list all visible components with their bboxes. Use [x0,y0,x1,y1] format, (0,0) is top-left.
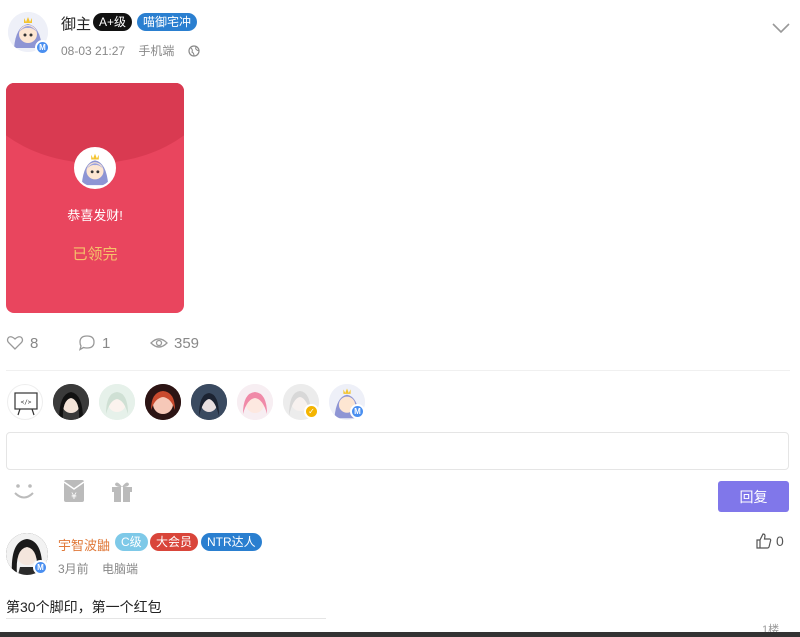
comment-count: 1 [102,334,111,352]
comment-meta: 3月前 电脑端 [58,560,148,577]
anime-avatar-icon [76,149,114,187]
heart-icon [6,336,24,350]
bottom-bar [0,632,800,637]
comment-client: 电脑端 [102,562,139,576]
liker-avatar[interactable] [99,384,135,420]
vip-badge: M [350,404,365,419]
liker-avatar[interactable] [191,384,227,420]
chevron-down-icon[interactable] [772,22,790,34]
svg-text:</>: </> [21,399,32,406]
reply-button[interactable]: 回复 [718,481,789,512]
divider [6,618,326,619]
globe-icon [188,45,200,57]
comment-like-count: 0 [776,533,784,549]
anime-avatar-icon [191,384,227,420]
anime-avatar-icon [99,384,135,420]
post-date: 08-03 21:27 [61,44,126,58]
comment-button[interactable]: 1 [78,334,110,352]
anime-avatar-icon [53,384,89,420]
red-packet-icon[interactable]: ¥ [61,478,87,504]
comment-level-tag: C级 [115,533,148,551]
svg-text:¥: ¥ [71,492,77,502]
author-name[interactable]: 御主 [61,13,91,34]
post-page: M 御主 A+级 喵御宅冲 08-03 21:27 手机端 恭喜发财! 已领完 … [0,0,800,637]
thumbs-up-icon [756,533,772,549]
post-client: 手机端 [138,44,175,58]
view-count: 359 [174,334,200,352]
red-envelope[interactable]: 恭喜发财! 已领完 [6,83,184,313]
reply-box [6,432,789,470]
group-tag: 喵御宅冲 [137,13,198,31]
liker-avatar[interactable] [53,384,89,420]
divider [6,370,790,371]
post-meta: 08-03 21:27 手机端 [61,42,200,59]
vip-badge: M [33,560,48,575]
envelope-avatar [74,147,116,189]
gift-icon[interactable] [109,478,135,504]
anime-avatar-icon [237,384,273,420]
views: 359 [150,334,199,352]
code-screen-icon: </> [14,392,38,416]
liker-avatar[interactable]: </> [7,384,43,420]
liker-avatar[interactable] [145,384,181,420]
envelope-greeting: 恭喜发财! [67,208,123,223]
like-count: 8 [30,334,39,352]
comment-like-button[interactable]: 0 [756,533,784,549]
level-tag: A+级 [93,13,133,31]
comment-ntr-tag: NTR达人 [201,533,262,551]
comment-vip-tag: 大会员 [150,533,199,551]
like-button[interactable]: 8 [6,334,38,352]
eye-icon [150,338,168,348]
anime-avatar-icon [145,384,181,420]
comment-text: 第30个脚印，第一个红包 [6,599,162,615]
vip-badge: M [35,40,50,55]
emoji-icon[interactable] [11,478,37,504]
comment-bubble-icon [78,335,95,351]
comment-time: 3月前 [58,562,89,576]
verified-badge-icon: ✓ [304,404,319,419]
comment-author-name[interactable]: 宇智波鼬 [58,535,110,554]
envelope-status: 已领完 [72,246,118,263]
reply-input[interactable] [7,433,788,469]
post-header: M 御主 A+级 喵御宅冲 08-03 21:27 手机端 [6,8,796,60]
liker-avatar[interactable] [237,384,273,420]
